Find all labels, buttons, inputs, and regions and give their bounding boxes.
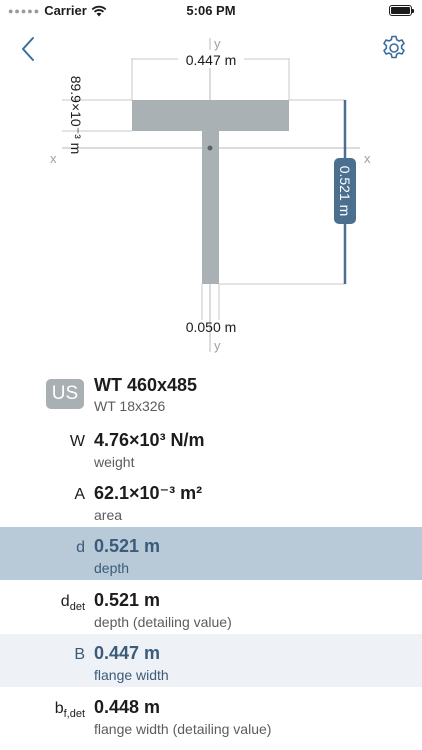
property-value: 62.1×10⁻³ m² xyxy=(94,483,203,503)
property-symbol: W xyxy=(69,433,85,450)
section-alt-name: WT 18x326 xyxy=(94,398,166,414)
property-description: flange width (detailing value) xyxy=(94,721,272,737)
flange-width-label: 0.447 m xyxy=(186,52,237,68)
battery-icon xyxy=(389,5,414,16)
property-symbol: bf,det xyxy=(54,700,85,721)
property-description: weight xyxy=(94,454,135,470)
property-description: depth xyxy=(94,560,130,576)
property-description: depth (detailing value) xyxy=(94,614,232,630)
status-time: 5:06 PM xyxy=(186,3,236,18)
unit-system-badge: US xyxy=(46,379,84,409)
property-row-flange-width[interactable]: B 0.447 m flange width xyxy=(0,634,422,687)
property-symbol: A xyxy=(74,486,85,503)
property-description: flange width xyxy=(94,667,169,683)
property-description: area xyxy=(94,507,123,523)
x-axis-label-right: x xyxy=(364,151,371,166)
property-row-weight[interactable]: W 4.76×10³ N/m weight xyxy=(0,421,422,474)
property-value: 0.448 m xyxy=(94,697,161,717)
property-row-depth[interactable]: d 0.521 m depth xyxy=(0,527,422,580)
property-symbol: ddet xyxy=(60,593,85,614)
property-value: 4.76×10³ N/m xyxy=(94,430,205,450)
flange-thickness-label: 89.9×10⁻³ m xyxy=(68,76,84,155)
y-axis-label-bottom: y xyxy=(214,338,221,353)
section-name: WT 460x485 xyxy=(94,375,198,395)
battery-fill xyxy=(391,7,410,14)
property-row-depth-detailing[interactable]: ddet 0.521 m depth (detailing value) xyxy=(0,581,422,634)
cross-section-diagram: 0.447 m 89.9×10⁻³ m 0.521 m 0.050 m x x … xyxy=(50,36,371,353)
status-bar: ●●●●● Carrier 5:06 PM xyxy=(0,0,422,22)
section-header[interactable]: US WT 460x485 WT 18x326 xyxy=(0,372,422,420)
centroid-marker xyxy=(207,145,213,151)
web-shape xyxy=(202,131,219,284)
flange-shape xyxy=(132,100,289,131)
property-symbol: B xyxy=(74,646,85,663)
property-row-flange-width-detailing[interactable]: bf,det 0.448 m flange width (detailing v… xyxy=(0,688,422,741)
depth-label: 0.521 m xyxy=(337,166,353,217)
property-row-area[interactable]: A 62.1×10⁻³ m² area xyxy=(0,474,422,527)
property-symbol: d xyxy=(76,539,85,556)
property-value: 0.447 m xyxy=(94,643,161,663)
web-thickness-label: 0.050 m xyxy=(186,319,237,335)
property-value: 0.521 m xyxy=(94,590,161,610)
property-value: 0.521 m xyxy=(94,536,161,556)
battery-nub xyxy=(412,9,414,13)
x-axis-label-left: x xyxy=(50,151,57,166)
y-axis-label-top: y xyxy=(214,36,221,51)
